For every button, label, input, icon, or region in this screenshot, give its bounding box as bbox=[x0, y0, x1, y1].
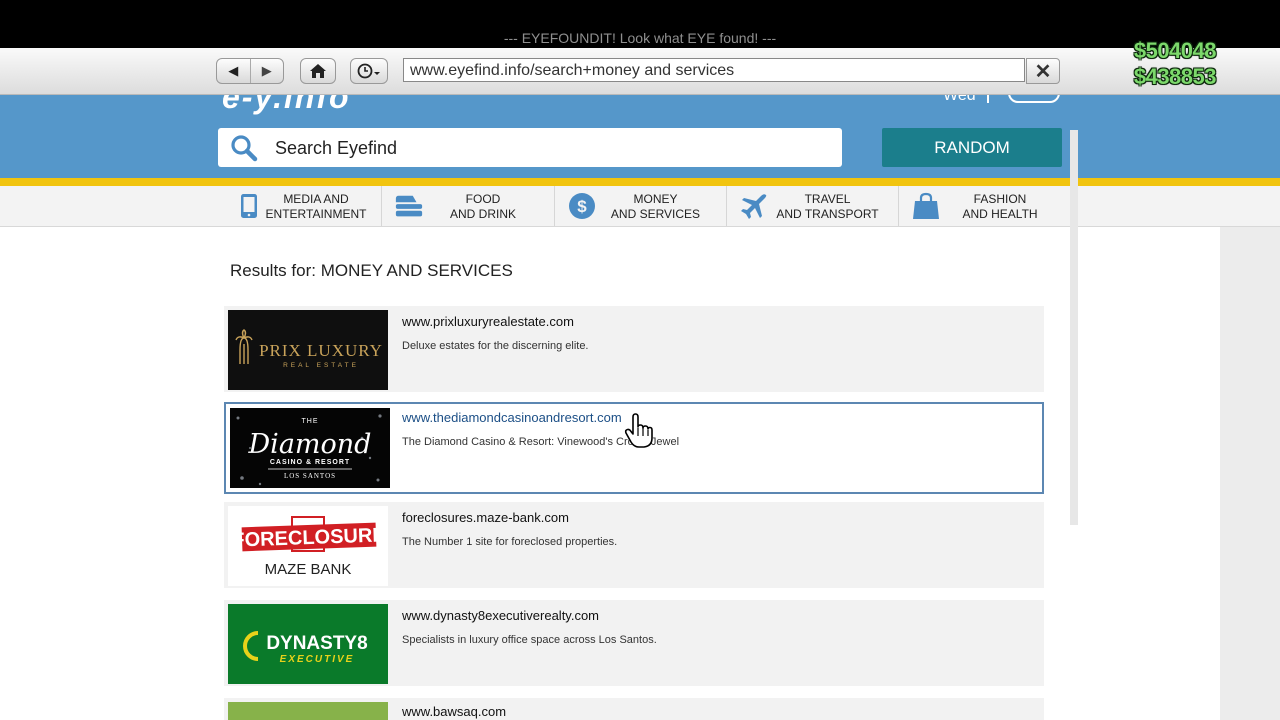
result-thumbnail[interactable]: PRIX LUXURY REAL ESTATE bbox=[228, 310, 388, 390]
svg-text:THE: THE bbox=[302, 418, 319, 425]
result-thumbnail[interactable]: DYNASTY8 EXECUTIVE bbox=[228, 604, 388, 684]
hand-cursor-icon bbox=[624, 413, 653, 448]
result-description: The Number 1 site for foreclosed propert… bbox=[402, 536, 618, 548]
day-label: Wed bbox=[943, 95, 976, 104]
result-url[interactable]: www.bawsaq.com bbox=[402, 704, 506, 719]
search-icon bbox=[231, 135, 258, 162]
result-url[interactable]: www.prixluxuryrealestate.com bbox=[402, 314, 574, 329]
search-box[interactable]: Search Eyefind bbox=[218, 128, 842, 167]
forward-button[interactable]: ▶ bbox=[249, 59, 284, 83]
right-panel bbox=[1220, 227, 1280, 720]
dynasty8-executive-logo: DYNASTY8 EXECUTIVE bbox=[228, 604, 388, 684]
browser-window-title: --- EYEFOUNDIT! Look what EYE found! --- bbox=[503, 30, 777, 46]
search-result[interactable]: DYNASTY8 EXECUTIVE www.dynasty8executive… bbox=[224, 600, 1044, 686]
home-icon bbox=[310, 64, 326, 78]
svg-text:MAZE BANK: MAZE BANK bbox=[265, 561, 352, 578]
category-label: MONEY AND SERVICES bbox=[610, 192, 701, 221]
result-description: Deluxe estates for the discerning elite. bbox=[402, 340, 589, 352]
svg-text:Diamond: Diamond bbox=[248, 429, 372, 460]
category-bar: MEDIA AND ENTERTAINMENT FOOD AND DRINK $ M… bbox=[0, 186, 1280, 227]
category-label: MEDIA AND ENTERTAINMENT bbox=[265, 192, 367, 221]
category-media-entertainment[interactable]: MEDIA AND ENTERTAINMENT bbox=[222, 186, 380, 226]
search-result[interactable]: www.bawsaq.com bbox=[224, 698, 1044, 720]
category-label: FASHION AND HEALTH bbox=[962, 192, 1038, 221]
browser-toolbar: ◀ ▶ www.eyefind.info/search+money and se… bbox=[0, 48, 1280, 95]
svg-text:EXECUTIVE: EXECUTIVE bbox=[280, 654, 355, 665]
random-button[interactable]: RANDOM bbox=[882, 128, 1062, 167]
eyefind-header: e-y.info Wed Search Eyefind RANDOM bbox=[0, 95, 1280, 178]
weather-widget bbox=[1008, 95, 1060, 103]
result-thumbnail[interactable]: FORECLOSURE MAZE BANK bbox=[228, 506, 388, 586]
category-label: FOOD AND DRINK bbox=[449, 192, 516, 221]
svg-text:DYNASTY8: DYNASTY8 bbox=[266, 633, 367, 654]
result-description: Specialists in luxury office space acros… bbox=[402, 634, 657, 646]
category-travel-transport[interactable]: TRAVEL AND TRANSPORT bbox=[726, 186, 898, 226]
result-url[interactable]: www.thediamondcasinoandresort.com bbox=[402, 410, 622, 425]
search-input[interactable]: Search Eyefind bbox=[275, 138, 397, 159]
eyefind-logo[interactable]: e-y.info bbox=[222, 95, 351, 116]
accent-stripe bbox=[0, 178, 1280, 186]
nav-buttons: ◀ ▶ bbox=[216, 58, 284, 84]
maze-bank-foreclosure-logo: FORECLOSURE MAZE BANK bbox=[228, 506, 388, 586]
address-bar[interactable]: www.eyefind.info/search+money and servic… bbox=[403, 58, 1025, 82]
cash-balance: $504048 bbox=[1133, 38, 1217, 63]
diamond-casino-logo: THE Diamond CASINO & RESORT LOS SANTOS bbox=[230, 408, 390, 488]
game-top-bar: --- EYEFOUNDIT! Look what EYE found! --- bbox=[0, 0, 1280, 48]
result-url[interactable]: www.dynasty8executiverealty.com bbox=[402, 608, 599, 623]
svg-text:LOS SANTOS: LOS SANTOS bbox=[284, 472, 336, 480]
close-button[interactable]: ✕ bbox=[1026, 58, 1060, 84]
category-label: TRAVEL AND TRANSPORT bbox=[776, 192, 879, 221]
search-result[interactable]: PRIX LUXURY REAL ESTATE www.prixluxuryre… bbox=[224, 306, 1044, 392]
result-thumbnail[interactable]: THE Diamond CASINO & RESORT LOS SANTOS bbox=[230, 408, 390, 488]
bank-balance: $438853 bbox=[1133, 64, 1217, 89]
result-thumbnail[interactable] bbox=[228, 702, 388, 720]
svg-text:PRIX LUXURY: PRIX LUXURY bbox=[259, 341, 383, 360]
result-url[interactable]: foreclosures.maze-bank.com bbox=[402, 510, 569, 525]
history-button[interactable] bbox=[350, 58, 388, 84]
category-food-drink[interactable]: FOOD AND DRINK bbox=[381, 186, 554, 226]
svg-text:CASINO & RESORT: CASINO & RESORT bbox=[270, 459, 350, 466]
scrollbar[interactable] bbox=[1070, 130, 1078, 525]
svg-text:REAL ESTATE: REAL ESTATE bbox=[283, 362, 359, 369]
back-button[interactable]: ◀ bbox=[217, 59, 250, 83]
category-fashion-health[interactable]: FASHION AND HEALTH bbox=[898, 186, 1071, 226]
category-money-services[interactable]: $ MONEY AND SERVICES bbox=[554, 186, 726, 226]
home-button[interactable] bbox=[300, 58, 336, 84]
results-heading: Results for: MONEY AND SERVICES bbox=[230, 261, 513, 280]
header-divider bbox=[987, 95, 989, 103]
search-result[interactable]: FORECLOSURE MAZE BANK foreclosures.maze-… bbox=[224, 502, 1044, 588]
clock-icon bbox=[357, 63, 380, 79]
prix-luxury-logo: PRIX LUXURY REAL ESTATE bbox=[228, 310, 388, 390]
